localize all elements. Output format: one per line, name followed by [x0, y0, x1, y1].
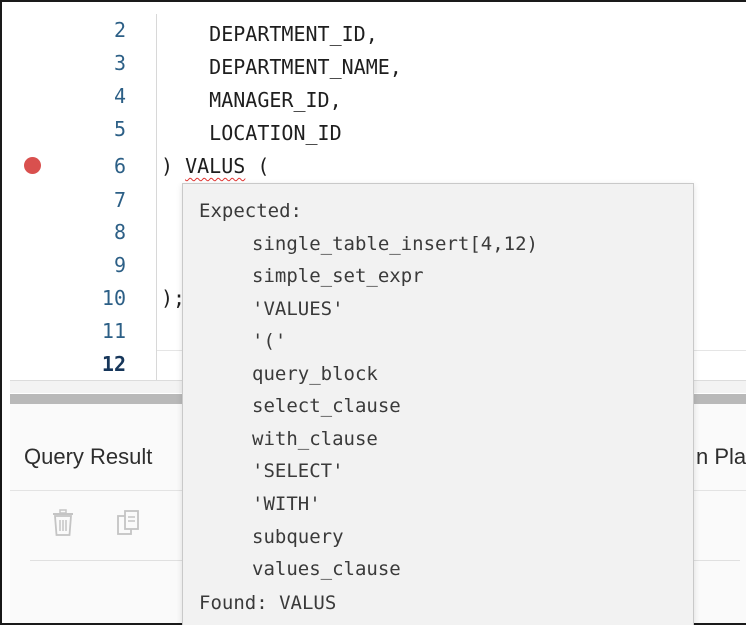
- line-number: 3: [113, 51, 126, 75]
- line-number: 7: [113, 188, 126, 212]
- code-line[interactable]: LOCATION_ID: [161, 117, 341, 149]
- tooltip-header: Expected:: [199, 200, 302, 222]
- line-number: 5: [113, 117, 126, 141]
- copy-icon: [116, 509, 142, 537]
- line-number: 11: [101, 319, 126, 343]
- code-line[interactable]: DEPARTMENT_ID,: [161, 18, 378, 50]
- code-text: (: [245, 154, 270, 178]
- line-gutter[interactable]: 2 3 4 5 6 7 8 9 10 11 12: [10, 14, 156, 380]
- code-line-error[interactable]: ) VALUS (: [161, 150, 269, 182]
- syntax-error-tooltip: Expected: single_table_insert[4,12) simp…: [182, 183, 694, 625]
- tooltip-found: Found: VALUS: [199, 592, 337, 614]
- tooltip-expected-item: 'SELECT': [252, 460, 344, 482]
- tooltip-expected-item: 'VALUES': [252, 298, 344, 320]
- tooltip-expected-item: subquery: [252, 526, 344, 548]
- tooltip-expected-item: '(': [252, 330, 287, 352]
- line-number: 6: [113, 154, 126, 178]
- tooltip-expected-item: values_clause: [252, 558, 401, 580]
- code-line[interactable]: MANAGER_ID,: [161, 84, 341, 116]
- trash-icon: [52, 509, 74, 537]
- code-text: ): [161, 154, 186, 178]
- breakpoint-marker[interactable]: [24, 157, 41, 174]
- line-number-current: 12: [101, 352, 126, 376]
- tab-explain-plan[interactable]: n Pla: [696, 444, 746, 470]
- tooltip-expected-item: select_clause: [252, 395, 401, 417]
- delete-button[interactable]: [48, 506, 78, 540]
- tooltip-expected-item: 'WITH': [252, 493, 321, 515]
- gutter-separator: [156, 14, 157, 380]
- tooltip-expected-item: query_block: [252, 363, 378, 385]
- line-number: 2: [113, 18, 126, 42]
- code-line[interactable]: DEPARTMENT_NAME,: [161, 51, 402, 83]
- tab-query-result[interactable]: Query Result: [24, 444, 152, 470]
- line-number: 8: [113, 220, 126, 244]
- line-number: 10: [101, 286, 126, 310]
- syntax-error-word[interactable]: VALUS: [185, 154, 245, 178]
- copy-button[interactable]: [114, 506, 144, 540]
- line-number: 9: [113, 253, 126, 277]
- tooltip-expected-item: single_table_insert[4,12): [252, 233, 538, 255]
- tooltip-expected-item: with_clause: [252, 428, 378, 450]
- tooltip-expected-item: simple_set_expr: [252, 265, 424, 287]
- line-number: 4: [113, 84, 126, 108]
